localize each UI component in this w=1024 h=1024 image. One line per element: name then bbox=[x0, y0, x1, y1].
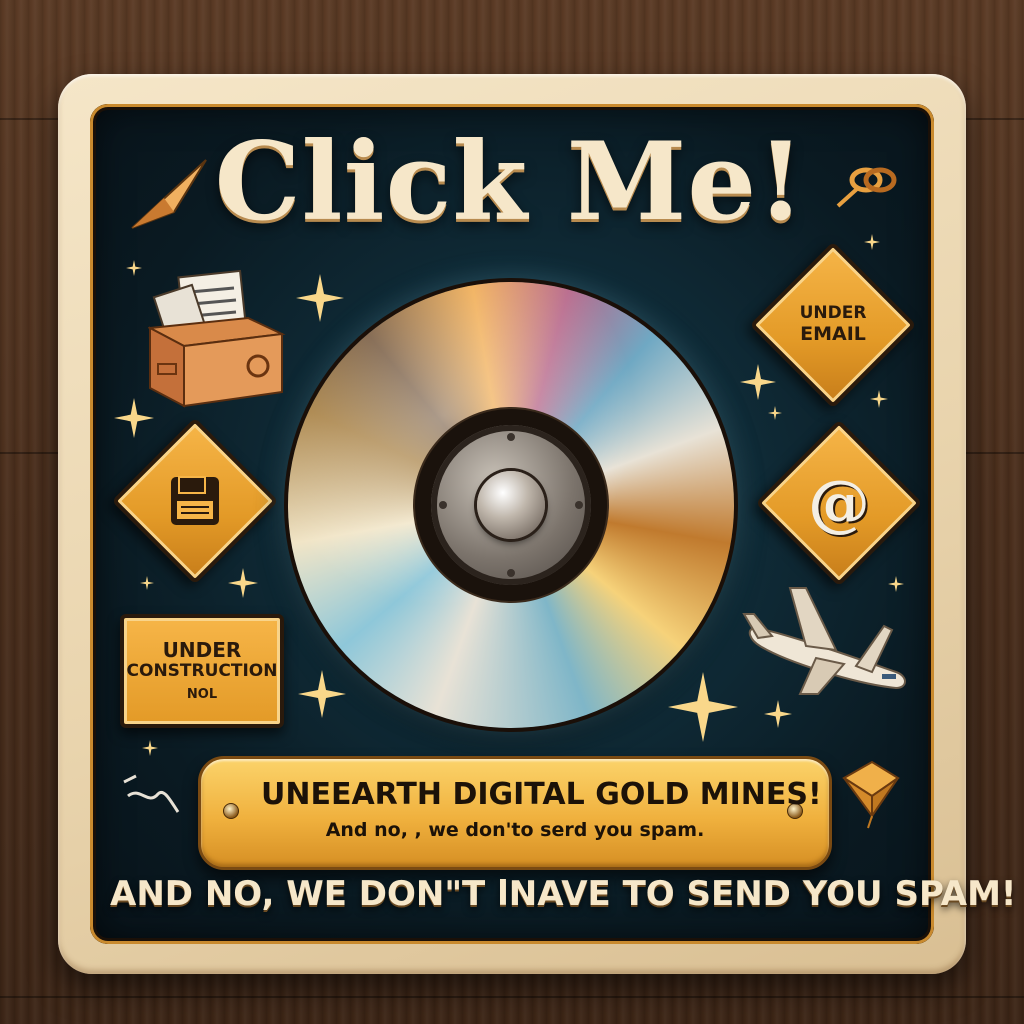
sparkle-icon bbox=[888, 576, 904, 592]
sparkle-icon bbox=[768, 406, 782, 420]
sparkle-icon bbox=[764, 700, 792, 728]
disc-hub-ring bbox=[431, 425, 591, 585]
compact-disc-icon[interactable] bbox=[288, 282, 734, 728]
sparkle-icon bbox=[296, 274, 344, 322]
disc-center-button[interactable] bbox=[477, 471, 545, 539]
under-construction-sign[interactable]: UNDER CONSTRUCTION NOL bbox=[120, 614, 284, 728]
click-me-title[interactable]: Click Me! bbox=[190, 128, 830, 236]
hub-rivet bbox=[439, 501, 447, 509]
gold-plaque-button[interactable]: UNEEARTH DIGITAL GOLD MINES! And no, , w… bbox=[198, 756, 832, 870]
wood-plank-seam bbox=[0, 996, 1024, 998]
envelope-kite-icon bbox=[842, 760, 900, 829]
disc-hub bbox=[415, 409, 607, 601]
sparkle-icon bbox=[864, 234, 880, 250]
sparkle-icon bbox=[740, 364, 776, 400]
hub-rivet bbox=[575, 501, 583, 509]
sparkle-icon bbox=[126, 260, 142, 276]
footer-tagline: AND NO, WE DON"T lNAVE TO SEND YOU SPAM! bbox=[110, 874, 1017, 914]
sparkle-icon bbox=[870, 390, 888, 408]
sparkle-icon bbox=[668, 672, 738, 742]
at-sign-icon: @ bbox=[808, 466, 870, 540]
airplane-icon bbox=[742, 587, 906, 695]
plaque-headline: UNEEARTH DIGITAL GOLD MINES! bbox=[261, 777, 822, 812]
plaque-screw bbox=[223, 803, 239, 819]
wood-background: Click Me! UNDER EMAIL @ UNDER CONSTRUCTI… bbox=[0, 0, 1024, 1024]
plaque-subline: And no, , we don'to serd you spam. bbox=[325, 819, 705, 841]
construction-label-line1: UNDER bbox=[162, 638, 242, 663]
floppy-disk-icon bbox=[171, 476, 219, 525]
sparkle-icon bbox=[228, 568, 258, 598]
sparkle-icon bbox=[142, 740, 158, 756]
paper-plane-icon bbox=[131, 159, 207, 229]
link-chain-icon bbox=[836, 167, 897, 208]
hub-rivet bbox=[507, 433, 515, 441]
sparkle-icon bbox=[298, 670, 346, 718]
under-email-label-line2: EMAIL bbox=[800, 322, 866, 345]
construction-label-line2: CONSTRUCTION bbox=[126, 661, 278, 682]
under-email-label-line1: UNDER bbox=[799, 303, 867, 324]
sparkle-icon bbox=[114, 398, 154, 438]
squiggle-icon bbox=[123, 774, 180, 813]
construction-label-line3: NOL bbox=[186, 686, 218, 702]
hub-rivet bbox=[507, 569, 515, 577]
sparkle-icon bbox=[140, 576, 154, 590]
inbox-documents-icon[interactable] bbox=[148, 268, 288, 408]
